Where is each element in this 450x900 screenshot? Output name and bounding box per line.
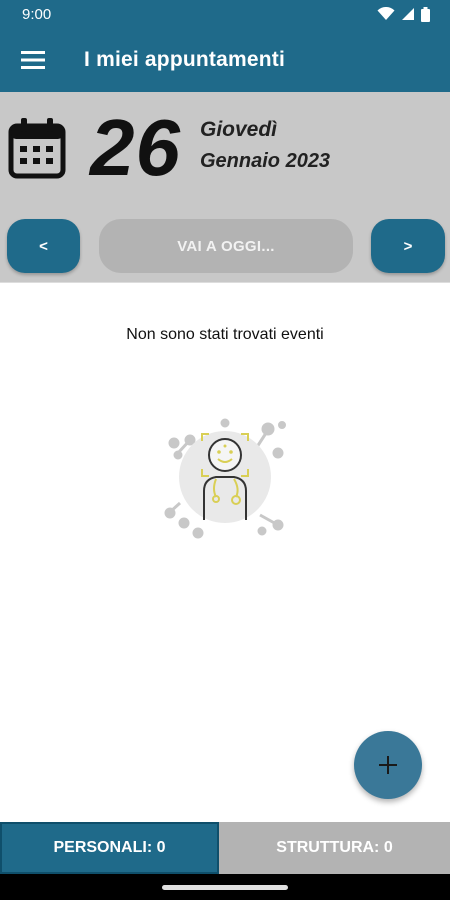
add-appointment-button[interactable] (354, 731, 422, 799)
app-bar: I miei appuntamenti (0, 28, 450, 92)
status-time: 9:00 (22, 5, 52, 23)
month-year-label: Gennaio 2023 (200, 150, 331, 172)
weekday-label: Giovedì (200, 118, 278, 141)
go-to-today-button[interactable]: VAI A OGGI... (99, 219, 353, 273)
plus-icon (379, 756, 397, 774)
calendar-icon (8, 118, 66, 179)
system-nav-bar (0, 874, 450, 900)
menu-button[interactable] (0, 28, 66, 92)
bottom-tabs: PERSONALI: 0 STRUTTURA: 0 (0, 822, 450, 874)
status-icons (377, 6, 430, 22)
next-day-button[interactable]: > (371, 219, 445, 273)
status-bar: 9:00 (0, 0, 450, 28)
signal-icon (402, 8, 414, 20)
page-title: I miei appuntamenti (84, 48, 285, 71)
screen: 9:00 I miei appuntamenti 26 Giovedì Genn… (0, 0, 450, 900)
wifi-icon (377, 7, 395, 20)
hamburger-icon (21, 51, 45, 69)
empty-events-message: Non sono stati trovati eventi (126, 326, 324, 343)
divider (0, 282, 450, 283)
tab-structure[interactable]: STRUTTURA: 0 (219, 822, 450, 874)
day-number: 26 (90, 103, 181, 192)
tab-personal[interactable]: PERSONALI: 0 (0, 822, 219, 874)
home-gesture-handle[interactable] (162, 885, 288, 890)
battery-icon (421, 6, 430, 22)
previous-day-button[interactable]: < (7, 219, 80, 273)
doctor-illustration (164, 418, 286, 539)
date-panel: 26 Giovedì Gennaio 2023 < VAI A OGGI... … (0, 92, 450, 282)
